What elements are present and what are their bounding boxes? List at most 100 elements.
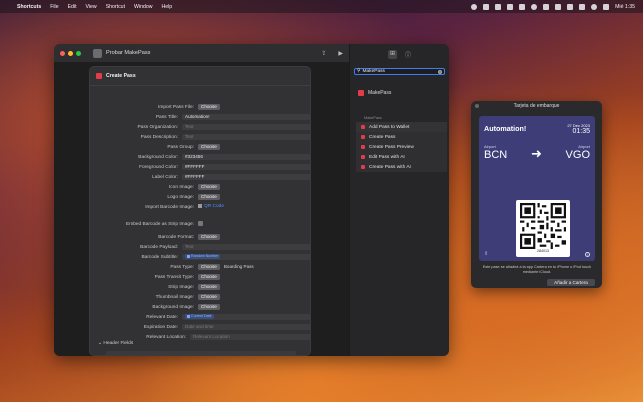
close-button[interactable] <box>60 50 65 56</box>
menu-clock[interactable]: Mié 1:35 <box>615 4 635 10</box>
window-controls <box>60 50 81 56</box>
share-icon[interactable]: ⇪ <box>321 50 326 57</box>
zoom-button[interactable] <box>76 50 81 56</box>
choose-button[interactable]: Choose <box>198 304 220 310</box>
battery-icon[interactable] <box>579 3 586 10</box>
toolbar: ⇪ ▶ <box>321 50 343 57</box>
status-icon[interactable] <box>483 3 490 10</box>
preview-title: Tarjeta de embarque <box>513 103 560 109</box>
search-input[interactable]: MakePass <box>363 69 385 74</box>
text-field[interactable]: Text <box>182 124 310 130</box>
parameter-row: Barcode Payload: Text <box>90 243 310 251</box>
parameter-row: Icon Image: Choose <box>90 183 310 191</box>
image-icon <box>198 204 202 209</box>
header-fields-toggle[interactable]: ⌄ Header Fields <box>98 341 133 346</box>
variable-pill[interactable]: Random Number <box>185 254 221 259</box>
library-tabs: ⊞ ⓘ <box>350 44 449 59</box>
app-result[interactable]: MakePass <box>358 90 391 96</box>
parameter-value: Choose <box>198 304 220 310</box>
clear-search-icon[interactable]: ✕ <box>438 69 442 74</box>
text-field[interactable]: #FFFFFF <box>182 174 310 180</box>
divider <box>90 85 310 86</box>
parameter-row: Background Color: #323456 <box>90 153 310 161</box>
search-field[interactable]: ⚲ MakePass ✕ <box>354 68 445 75</box>
action-result-item[interactable]: Create Pass Preview <box>356 142 447 152</box>
parameter-row: Thumbnail Image: Choose <box>90 293 310 301</box>
parameter-label: Pass Title: <box>155 114 178 120</box>
menu-window[interactable]: Window <box>134 4 152 10</box>
create-pass-action[interactable]: Create Pass Import Pass File: Choose Pass … <box>89 66 311 356</box>
status-icon[interactable] <box>507 3 514 10</box>
parameter-value: Choose <box>198 144 220 150</box>
window-title[interactable]: Probar MakePass <box>106 50 150 56</box>
wifi-icon[interactable] <box>567 3 574 10</box>
bluetooth-icon[interactable] <box>555 3 562 10</box>
header-field-row[interactable] <box>106 351 296 355</box>
choose-button[interactable]: Choose <box>198 294 220 300</box>
shortcut-icon[interactable] <box>93 48 102 58</box>
parameter-row: Pass Group: Choose <box>90 143 310 151</box>
parameter-row: Relevant Date: Current Date <box>90 313 310 321</box>
text-field[interactable]: Text <box>182 134 310 140</box>
embed-toggle[interactable] <box>198 220 203 226</box>
text-field[interactable]: Date and time <box>182 324 310 330</box>
choose-button[interactable]: Choose <box>198 194 220 200</box>
status-icon[interactable] <box>531 3 538 10</box>
choose-button[interactable]: Choose <box>198 264 220 270</box>
app-result-label: MakePass <box>368 90 392 96</box>
run-icon[interactable]: ▶ <box>338 50 343 57</box>
parameter-value: Choose <box>198 234 220 240</box>
action-result-item[interactable]: Create Pass <box>356 132 447 142</box>
parameter-row: Relevant Location: Relevant Location <box>90 333 310 341</box>
choose-button[interactable]: Choose <box>198 234 220 240</box>
choose-button[interactable]: Choose <box>198 184 220 190</box>
minimize-button[interactable] <box>68 50 73 56</box>
text-field[interactable]: Text <box>182 244 310 250</box>
volume-icon[interactable] <box>543 3 550 10</box>
choose-button[interactable]: Choose <box>198 104 220 110</box>
status-icon[interactable] <box>495 3 502 10</box>
menu-shortcut[interactable]: Shortcut <box>106 4 125 10</box>
parameter-label: Barcode Payload: <box>140 244 178 250</box>
action-result-item[interactable]: Edit Pass with AI <box>356 152 447 162</box>
info-icon[interactable]: i <box>585 252 590 257</box>
choose-button[interactable]: Choose <box>198 274 220 280</box>
parameter-value: Text <box>182 124 310 130</box>
menu-app-name[interactable]: Shortcuts <box>17 4 41 10</box>
menu-view[interactable]: View <box>86 4 97 10</box>
library-tab-actions[interactable]: ⊞ <box>387 50 397 59</box>
parameter-row: Import Barcode Image: QR Code <box>90 203 310 211</box>
control-center-icon[interactable] <box>591 3 598 10</box>
parameter-value: Random Number <box>182 254 310 260</box>
action-result-item[interactable]: Add Pass to Wallet <box>356 122 447 132</box>
menu-help[interactable]: Help <box>161 4 172 10</box>
parameter-label: Embed Barcode as Strip Image: <box>126 221 194 227</box>
variable-icon <box>187 315 190 318</box>
share-icon[interactable]: ⇪ <box>484 251 488 257</box>
parameter-row: Strip Image: Choose <box>90 283 310 291</box>
add-to-wallet-button[interactable]: Añadir a Cartera <box>547 279 595 286</box>
parameter-value: Automation! <box>182 114 310 120</box>
text-field[interactable]: #323456 <box>182 154 310 160</box>
choose-button[interactable]: Choose <box>198 144 220 150</box>
text-field[interactable]: #FFFFFF <box>182 164 310 170</box>
text-field[interactable]: Automation! <box>182 114 310 120</box>
action-result-item[interactable]: Create Pass with AI <box>356 162 447 172</box>
parameter-value: Choose <box>198 284 220 290</box>
parameter-label: Relevant Location: <box>146 334 186 340</box>
status-icon[interactable] <box>519 3 526 10</box>
parameter-label: Logo Image: <box>167 194 194 200</box>
qr-code-link[interactable]: QR Code <box>198 204 224 209</box>
library-tab-info[interactable]: ⓘ <box>405 50 411 59</box>
status-icon[interactable] <box>471 3 478 10</box>
notification-icon[interactable] <box>603 3 610 10</box>
origin-code: BCN <box>484 149 508 161</box>
menu-edit[interactable]: Edit <box>68 4 77 10</box>
variable-pill[interactable]: Current Date <box>185 314 214 319</box>
variable-field[interactable]: Random Number <box>182 254 310 260</box>
text-field[interactable]: Relevant Location <box>190 334 310 340</box>
variable-field[interactable]: Current Date <box>182 314 310 320</box>
makepass-icon <box>361 165 365 169</box>
choose-button[interactable]: Choose <box>198 284 220 290</box>
menu-file[interactable]: File <box>50 4 58 10</box>
